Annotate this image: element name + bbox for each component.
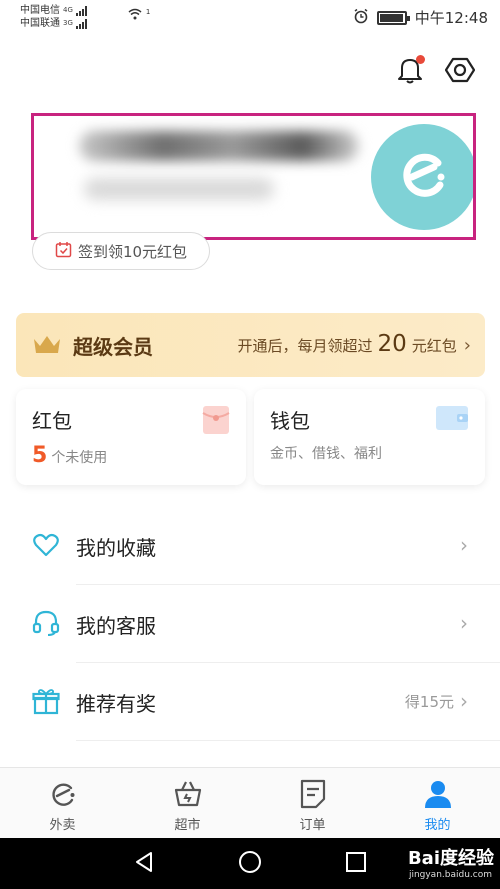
recents-square-icon	[345, 851, 367, 877]
bottom-tab-bar: 外卖 超市 订单 我的	[0, 767, 500, 838]
chevron-right-icon: ›	[460, 611, 468, 635]
avatar[interactable]	[371, 124, 473, 230]
hongbao-count: 5	[32, 443, 48, 468]
tab-label: 我的	[424, 818, 451, 833]
profile-header[interactable]	[31, 113, 476, 240]
menu-label: 推荐有奖	[76, 692, 156, 716]
signal-bars-icon	[75, 18, 87, 29]
home-button[interactable]	[236, 850, 264, 878]
wallet-subtitle: 金币、借钱、福利	[270, 446, 382, 462]
battery-icon	[376, 10, 410, 25]
tab-orders[interactable]: 订单	[250, 768, 375, 839]
notification-button[interactable]	[393, 55, 427, 89]
wallet-title: 钱包	[270, 409, 310, 433]
watermark-brand: Bai度经验	[407, 848, 494, 869]
carrier-info: 中国电信 4G 中国联通 3G	[20, 4, 87, 30]
chevron-right-icon: ›	[460, 533, 468, 557]
wallet-icon	[435, 405, 469, 435]
signin-label: 签到领10元红包	[77, 242, 188, 261]
gear-icon	[444, 55, 476, 89]
super-vip-banner[interactable]: 超级会员 开通后，每月领超过 20 元红包 ›	[16, 313, 485, 377]
menu-label: 我的收藏	[76, 536, 156, 560]
order-list-icon	[297, 778, 329, 810]
tab-supermarket[interactable]: 超市	[125, 768, 250, 839]
blurred-user-info	[84, 178, 274, 200]
menu-label: 我的客服	[76, 614, 156, 638]
headset-icon	[32, 609, 60, 637]
hongbao-sub-label: 个未使用	[51, 450, 108, 466]
carrier1-label: 中国电信	[20, 5, 60, 16]
eleme-logo-icon	[394, 145, 454, 209]
vip-desc-prefix: 开通后，每月领超过	[237, 337, 373, 355]
divider	[76, 740, 500, 741]
person-icon	[422, 778, 454, 810]
hongbao-title: 红包	[32, 409, 72, 433]
watermark-url: jingyan.baidu.com	[408, 870, 492, 880]
back-button[interactable]	[130, 850, 158, 878]
back-triangle-icon	[133, 851, 155, 877]
carrier2-label: 中国联通	[20, 18, 60, 29]
alarm-icon	[353, 8, 369, 28]
settings-button[interactable]	[443, 55, 477, 89]
status-time: 中午12:48	[414, 9, 488, 27]
recents-button[interactable]	[342, 850, 370, 878]
wifi-tag: 1	[145, 8, 151, 16]
home-circle-icon	[238, 850, 262, 878]
menu-item-favorites[interactable]: 我的收藏 ›	[0, 507, 500, 585]
calendar-check-icon	[55, 241, 72, 262]
battery-level	[379, 13, 403, 22]
vip-description: 开通后，每月领超过 20 元红包 ›	[237, 331, 471, 357]
menu-right-text: 得15元	[404, 692, 454, 711]
wifi-icon: 1	[128, 8, 150, 23]
status-bar: 中国电信 4G 中国联通 3G 1 中午12:48	[0, 0, 500, 34]
signal-bars-icon	[75, 5, 87, 16]
hongbao-subtitle: 5 个未使用	[32, 443, 107, 468]
wallet-card[interactable]: 钱包 金币、借钱、福利	[254, 389, 485, 485]
tab-label: 外卖	[49, 818, 76, 833]
chevron-right-icon: ›	[460, 689, 468, 713]
tab-mine[interactable]: 我的	[375, 768, 500, 839]
menu-right: ›	[460, 611, 468, 635]
eleme-tab-icon	[47, 778, 79, 810]
crown-icon	[32, 333, 62, 361]
vip-desc-suffix: 元红包	[411, 337, 457, 355]
carrier2-network-tag: 3G	[63, 19, 73, 27]
menu-item-customer-service[interactable]: 我的客服 ›	[0, 585, 500, 663]
menu-right: 得15元 ›	[405, 689, 468, 713]
unread-dot	[416, 55, 425, 64]
tab-takeout[interactable]: 外卖	[0, 768, 125, 839]
tab-label: 超市	[174, 818, 201, 833]
menu-item-referral[interactable]: 推荐有奖 得15元 ›	[0, 663, 500, 741]
signin-button[interactable]: 签到领10元红包	[32, 232, 210, 270]
tab-label: 订单	[299, 818, 326, 833]
gift-icon	[32, 687, 60, 715]
red-envelope-icon	[202, 405, 230, 439]
vip-amount: 20	[377, 331, 407, 357]
carrier1-network-tag: 4G	[63, 6, 73, 14]
vip-title: 超级会员	[73, 335, 153, 359]
chevron-right-icon: ›	[463, 335, 471, 356]
blurred-username	[79, 131, 359, 161]
hongbao-card[interactable]: 红包 5 个未使用	[16, 389, 246, 485]
basket-icon	[172, 778, 204, 810]
heart-icon	[32, 531, 60, 559]
system-nav-bar: Bai度经验 jingyan.baidu.com	[0, 838, 500, 889]
menu-right: ›	[460, 533, 468, 557]
